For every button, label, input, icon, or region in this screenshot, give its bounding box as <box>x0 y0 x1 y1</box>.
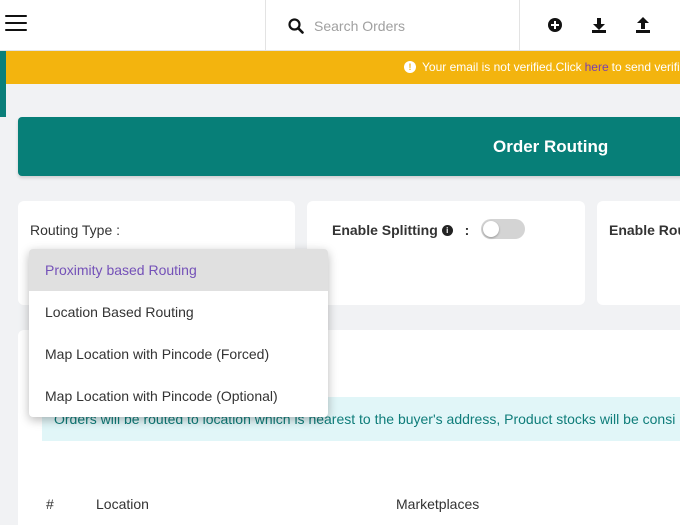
column-header-marketplaces: Marketplaces <box>396 496 480 512</box>
search-box <box>265 0 520 51</box>
menu-icon[interactable] <box>5 15 27 33</box>
column-header-index: # <box>46 496 54 512</box>
send-verification-link[interactable]: here <box>585 60 609 74</box>
enable-splitting-card: Enable Splitting i : <box>307 201 585 305</box>
info-icon: ! <box>404 61 416 73</box>
routing-option-pincode-optional[interactable]: Map Location with Pincode (Optional) <box>29 375 328 417</box>
verification-banner: ! Your email is not verified.Click here … <box>0 51 680 84</box>
enable-splitting-label: Enable Splitting i : <box>332 222 469 238</box>
info-icon[interactable]: i <box>441 225 453 236</box>
routing-type-dropdown[interactable]: Proximity based Routing Location Based R… <box>29 249 328 417</box>
page-title: Order Routing <box>493 137 609 156</box>
search-input[interactable] <box>314 12 514 40</box>
enable-splitting-toggle[interactable] <box>481 219 525 239</box>
routing-option-pincode-forced[interactable]: Map Location with Pincode (Forced) <box>29 333 328 375</box>
toggle-knob <box>483 221 499 237</box>
search-icon[interactable] <box>288 18 304 34</box>
enable-splitting-text: Enable Splitting <box>332 222 438 238</box>
enable-splitting-colon: : <box>464 222 470 238</box>
banner-text-after: to send verifi <box>611 60 680 74</box>
routing-option-location[interactable]: Location Based Routing <box>29 291 328 333</box>
enable-routing-card: Enable Rou <box>597 201 680 305</box>
download-icon[interactable] <box>590 16 608 34</box>
page-header: Order Routing <box>18 117 680 176</box>
banner-message: ! Your email is not verified.Click here … <box>404 60 680 74</box>
routing-type-label: Routing Type : <box>30 222 121 238</box>
banner-text-before: Your email is not verified.Click <box>422 60 582 74</box>
sidebar-edge <box>0 51 6 117</box>
enable-routing-label: Enable Rou <box>609 222 680 238</box>
add-icon[interactable] <box>546 16 564 34</box>
column-header-location: Location <box>96 496 149 512</box>
top-bar <box>0 0 680 51</box>
upload-icon[interactable] <box>634 16 652 34</box>
routing-option-proximity[interactable]: Proximity based Routing <box>29 249 328 291</box>
